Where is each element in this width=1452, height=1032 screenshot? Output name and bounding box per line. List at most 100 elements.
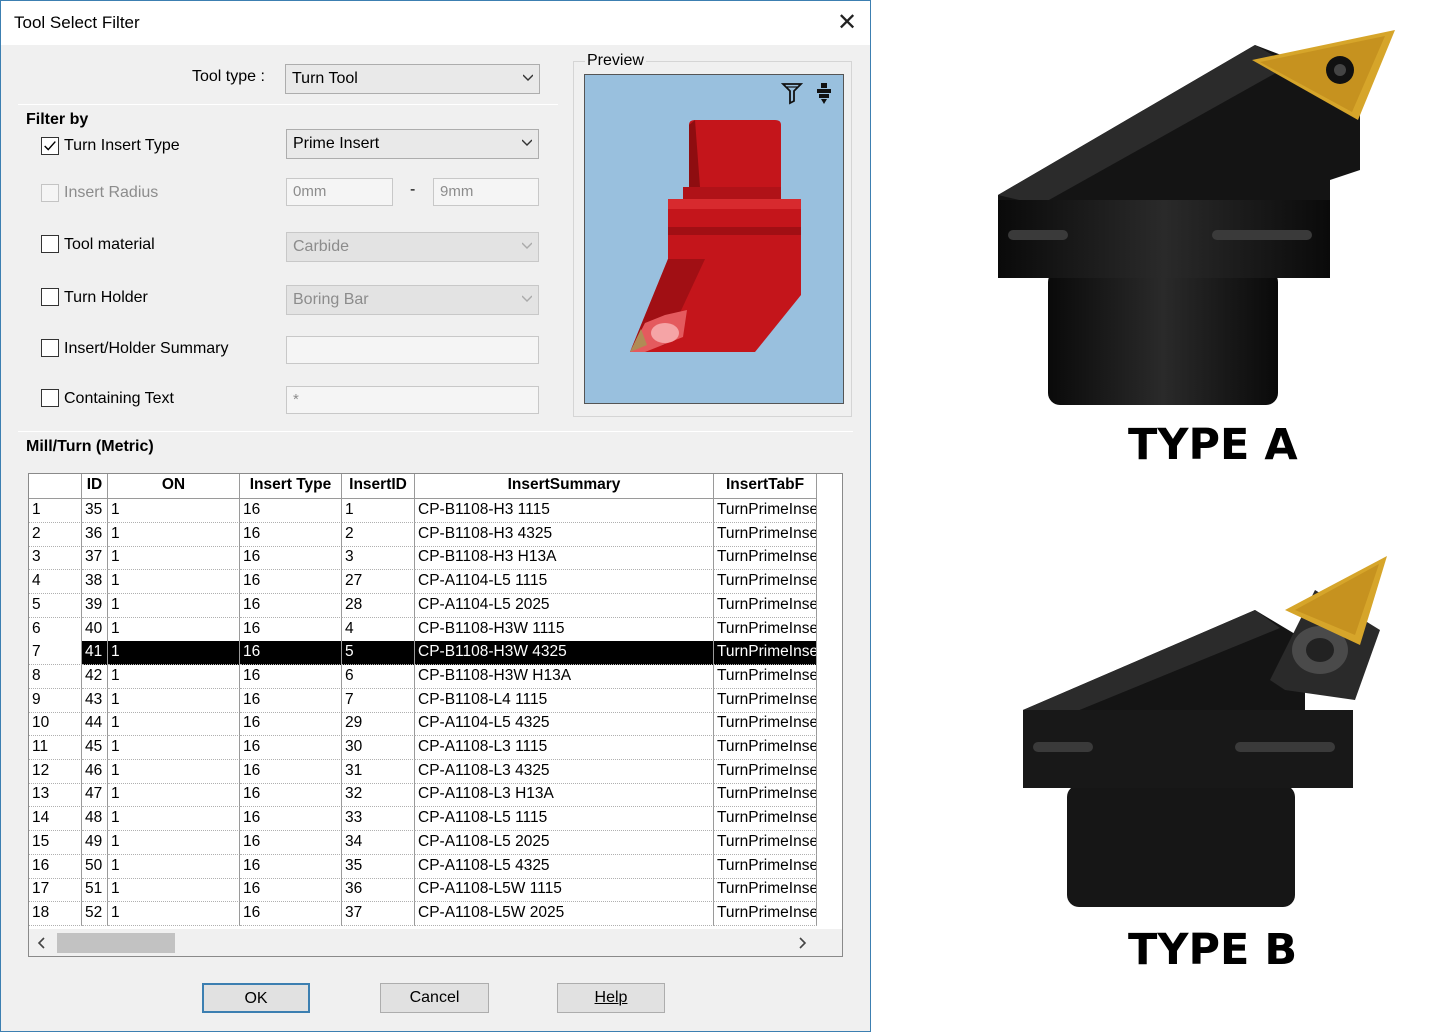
cell-id[interactable]: 43: [82, 688, 108, 713]
table-row[interactable]: 6 40 1 16 4 CP-B1108-H3W 1115 TurnPrimeInse: [29, 617, 817, 642]
cell-on[interactable]: 1: [108, 854, 240, 879]
table-row[interactable]: 10 44 1 16 29 CP-A1104-L5 4325 TurnPrimeInse: [29, 712, 817, 737]
close-button[interactable]: ✕: [827, 7, 867, 39]
cell-on[interactable]: 1: [108, 664, 240, 689]
cell-insert-tab[interactable]: TurnPrimeInse: [714, 807, 817, 832]
column-header-insert-summary[interactable]: InsertSummary: [415, 474, 714, 499]
cell-insert-type[interactable]: 16: [240, 783, 342, 808]
cell-id[interactable]: 42: [82, 664, 108, 689]
cell-on[interactable]: 1: [108, 499, 240, 523]
cell-row-number[interactable]: 15: [29, 830, 82, 855]
cell-insert-summary[interactable]: CP-A1108-L5 4325: [415, 854, 714, 879]
scroll-left-icon[interactable]: [37, 937, 45, 949]
cell-row-number[interactable]: 16: [29, 854, 82, 879]
ok-button[interactable]: OK: [202, 983, 310, 1013]
column-header-row-number[interactable]: [29, 474, 82, 499]
cell-insert-id[interactable]: 3: [342, 546, 415, 571]
cell-id[interactable]: 37: [82, 546, 108, 571]
cell-insert-summary[interactable]: CP-A1108-L3 H13A: [415, 783, 714, 808]
cell-on[interactable]: 1: [108, 688, 240, 713]
cell-row-number[interactable]: 10: [29, 712, 82, 737]
cell-insert-id[interactable]: 6: [342, 664, 415, 689]
cell-insert-id[interactable]: 35: [342, 854, 415, 879]
cell-row-number[interactable]: 18: [29, 901, 82, 926]
tool-material-checkbox[interactable]: [41, 235, 59, 253]
cell-on[interactable]: 1: [108, 570, 240, 595]
insert-radius-checkbox[interactable]: [41, 184, 59, 202]
turn-holder-checkbox[interactable]: [41, 288, 59, 306]
cell-on[interactable]: 1: [108, 759, 240, 784]
cell-on[interactable]: 1: [108, 546, 240, 571]
cell-id[interactable]: 47: [82, 783, 108, 808]
table-row[interactable]: 3 37 1 16 3 CP-B1108-H3 H13A TurnPrimeInse: [29, 546, 817, 571]
cell-insert-type[interactable]: 16: [240, 854, 342, 879]
tool-filter-icon[interactable]: [781, 81, 803, 105]
cell-insert-tab[interactable]: TurnPrimeInse: [714, 641, 817, 666]
cancel-button[interactable]: Cancel: [380, 983, 489, 1013]
cell-id[interactable]: 44: [82, 712, 108, 737]
column-header-on[interactable]: ON: [108, 474, 240, 499]
cell-insert-summary[interactable]: CP-A1108-L3 4325: [415, 759, 714, 784]
insert-holder-summary-input[interactable]: [286, 336, 539, 364]
table-row[interactable]: 11 45 1 16 30 CP-A1108-L3 1115 TurnPrimeInse: [29, 736, 817, 760]
cell-insert-type[interactable]: 16: [240, 546, 342, 571]
cell-insert-tab[interactable]: TurnPrimeInse: [714, 830, 817, 855]
cell-insert-id[interactable]: 30: [342, 736, 415, 760]
column-header-insert-tab[interactable]: InsertTabF: [714, 474, 817, 499]
cell-on[interactable]: 1: [108, 878, 240, 903]
cell-insert-summary[interactable]: CP-A1108-L5W 1115: [415, 878, 714, 903]
cell-insert-tab[interactable]: TurnPrimeInse: [714, 783, 817, 808]
table-row[interactable]: 18 52 1 16 37 CP-A1108-L5W 2025 TurnPrimeInse: [29, 901, 817, 926]
cell-insert-type[interactable]: 16: [240, 688, 342, 713]
cell-insert-id[interactable]: 7: [342, 688, 415, 713]
cell-row-number[interactable]: 13: [29, 783, 82, 808]
cell-insert-type[interactable]: 16: [240, 736, 342, 760]
cell-id[interactable]: 45: [82, 736, 108, 760]
cell-insert-type[interactable]: 16: [240, 499, 342, 523]
cell-id[interactable]: 38: [82, 570, 108, 595]
tool-holder-icon[interactable]: [813, 81, 835, 105]
cell-insert-tab[interactable]: TurnPrimeInse: [714, 664, 817, 689]
cell-insert-id[interactable]: 31: [342, 759, 415, 784]
cell-insert-id[interactable]: 5: [342, 641, 415, 666]
cell-id[interactable]: 48: [82, 807, 108, 832]
cell-insert-summary[interactable]: CP-A1104-L5 4325: [415, 712, 714, 737]
turn-insert-type-checkbox[interactable]: [41, 137, 59, 155]
cell-insert-tab[interactable]: TurnPrimeInse: [714, 901, 817, 926]
cell-row-number[interactable]: 14: [29, 807, 82, 832]
cell-insert-summary[interactable]: CP-B1108-H3 1115: [415, 499, 714, 523]
cell-insert-tab[interactable]: TurnPrimeInse: [714, 499, 817, 523]
cell-insert-id[interactable]: 4: [342, 617, 415, 642]
cell-insert-type[interactable]: 16: [240, 570, 342, 595]
cell-on[interactable]: 1: [108, 522, 240, 547]
column-header-id[interactable]: ID: [82, 474, 108, 499]
table-row[interactable]: 7 41 1 16 5 CP-B1108-H3W 4325 TurnPrimeInse: [29, 641, 817, 666]
cell-on[interactable]: 1: [108, 901, 240, 926]
cell-on[interactable]: 1: [108, 712, 240, 737]
cell-insert-type[interactable]: 16: [240, 664, 342, 689]
scroll-right-icon[interactable]: [799, 937, 807, 949]
column-header-insert-id[interactable]: InsertID: [342, 474, 415, 499]
containing-text-input[interactable]: *: [286, 386, 539, 414]
table-row[interactable]: 12 46 1 16 31 CP-A1108-L3 4325 TurnPrimeInse: [29, 759, 817, 784]
cell-insert-type[interactable]: 16: [240, 807, 342, 832]
cell-row-number[interactable]: 6: [29, 617, 82, 642]
cell-id[interactable]: 35: [82, 499, 108, 523]
cell-insert-type[interactable]: 16: [240, 522, 342, 547]
cell-row-number[interactable]: 3: [29, 546, 82, 571]
cell-on[interactable]: 1: [108, 783, 240, 808]
cell-id[interactable]: 40: [82, 617, 108, 642]
cell-insert-summary[interactable]: CP-B1108-H3 4325: [415, 522, 714, 547]
tool-material-dropdown[interactable]: Carbide: [286, 232, 539, 262]
cell-insert-type[interactable]: 16: [240, 641, 342, 666]
cell-row-number[interactable]: 17: [29, 878, 82, 903]
cell-insert-tab[interactable]: TurnPrimeInse: [714, 736, 817, 760]
cell-id[interactable]: 41: [82, 641, 108, 666]
table-row[interactable]: 4 38 1 16 27 CP-A1104-L5 1115 TurnPrimeInse: [29, 570, 817, 595]
cell-insert-summary[interactable]: CP-A1108-L3 1115: [415, 736, 714, 760]
cell-insert-summary[interactable]: CP-B1108-H3 H13A: [415, 546, 714, 571]
table-row[interactable]: 8 42 1 16 6 CP-B1108-H3W H13A TurnPrimeInse: [29, 664, 817, 689]
cell-insert-type[interactable]: 16: [240, 617, 342, 642]
table-row[interactable]: 14 48 1 16 33 CP-A1108-L5 1115 TurnPrimeInse: [29, 807, 817, 832]
cell-on[interactable]: 1: [108, 807, 240, 832]
